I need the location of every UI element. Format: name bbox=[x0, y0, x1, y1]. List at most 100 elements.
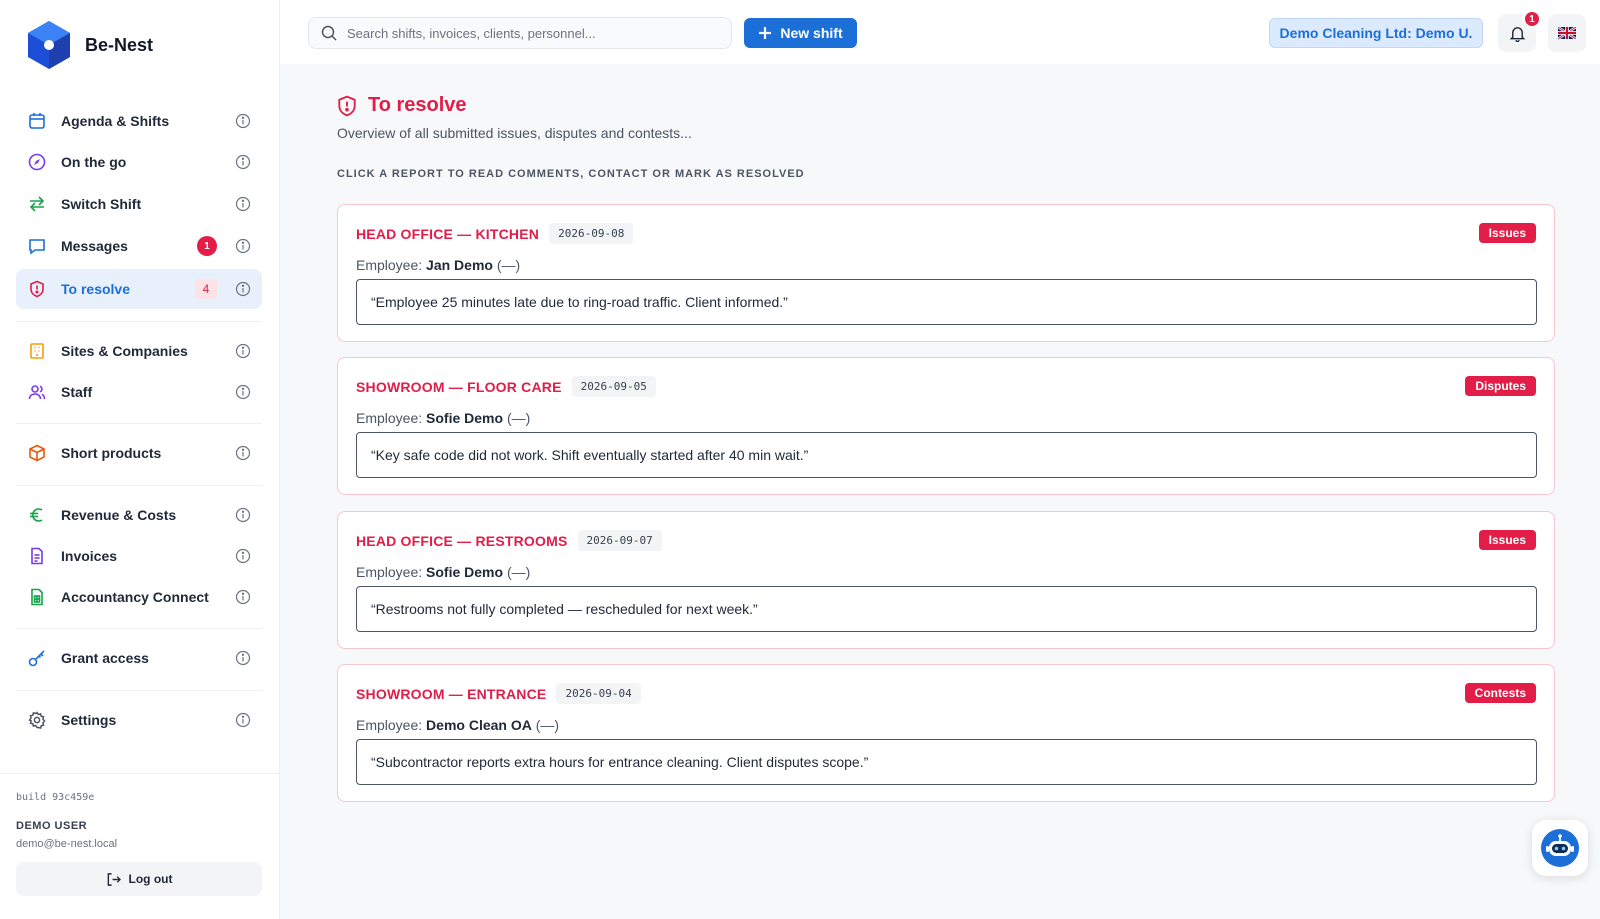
employee-label: Employee: bbox=[356, 564, 423, 580]
employee-name: Demo Clean OA bbox=[426, 717, 532, 733]
report-employee: Employee: Demo Clean OA (—) bbox=[356, 717, 559, 733]
sidebar-item-invoices[interactable]: Invoices bbox=[16, 536, 262, 576]
info-icon[interactable] bbox=[235, 384, 251, 400]
report-comment: “Restrooms not fully completed — resched… bbox=[356, 586, 1537, 632]
robot-icon bbox=[1541, 829, 1579, 867]
new-shift-button[interactable]: New shift bbox=[744, 18, 857, 48]
gear-icon bbox=[28, 711, 46, 729]
report-type-badge: Disputes bbox=[1465, 376, 1536, 396]
en-gb-flag-icon bbox=[1558, 27, 1576, 39]
bell-icon bbox=[1509, 26, 1525, 42]
sidebar-divider bbox=[16, 485, 262, 486]
logout-icon bbox=[107, 872, 121, 886]
sidebar-item-short-products[interactable]: Short products bbox=[16, 433, 262, 473]
report-header: SHOWROOM — ENTRANCE 2026-09-04 bbox=[356, 683, 641, 704]
sidebar-divider bbox=[16, 321, 262, 322]
report-card[interactable]: SHOWROOM — FLOOR CARE 2026-09-05 Dispute… bbox=[337, 357, 1555, 495]
report-comment: “Key safe code did not work. Shift event… bbox=[356, 432, 1537, 478]
sidebar-item-to-resolve[interactable]: To resolve 4 bbox=[16, 269, 262, 309]
info-icon[interactable] bbox=[235, 507, 251, 523]
sidebar-item-staff[interactable]: Staff bbox=[16, 372, 262, 412]
sidebar-divider bbox=[16, 423, 262, 424]
employee-suffix: (—) bbox=[506, 564, 531, 580]
main-content: To resolve Overview of all submitted iss… bbox=[337, 94, 1555, 802]
report-date: 2026-09-04 bbox=[556, 683, 641, 704]
to-resolve-count-badge: 4 bbox=[195, 279, 217, 299]
report-card[interactable]: HEAD OFFICE — RESTROOMS 2026-09-07 Issue… bbox=[337, 511, 1555, 649]
sidebar-item-label: Short products bbox=[61, 445, 162, 461]
box-icon bbox=[28, 444, 46, 462]
info-icon[interactable] bbox=[235, 281, 251, 297]
sidebar-item-revenue-costs[interactable]: Revenue & Costs bbox=[16, 495, 262, 535]
sidebar-item-on-the-go[interactable]: On the go bbox=[16, 142, 262, 182]
calendar-icon bbox=[28, 112, 46, 130]
sidebar-item-grant-access[interactable]: Grant access bbox=[16, 638, 262, 678]
report-type-badge: Issues bbox=[1478, 530, 1536, 550]
sidebar-item-label: Agenda & Shifts bbox=[61, 113, 170, 129]
info-icon[interactable] bbox=[235, 343, 251, 359]
sidebar-item-label: To resolve bbox=[61, 281, 130, 297]
report-header: HEAD OFFICE — RESTROOMS 2026-09-07 bbox=[356, 530, 662, 551]
report-card[interactable]: HEAD OFFICE — KITCHEN 2026-09-08 Issues … bbox=[337, 204, 1555, 342]
employee-name: Sofie Demo bbox=[426, 564, 504, 580]
brand[interactable]: Be-Nest bbox=[27, 20, 153, 70]
search-input[interactable] bbox=[347, 25, 707, 41]
sidebar-item-agenda-shifts[interactable]: Agenda & Shifts bbox=[16, 101, 262, 141]
users-icon bbox=[28, 383, 46, 401]
sidebar-item-label: Switch Shift bbox=[61, 196, 142, 212]
sidebar-item-label: Sites & Companies bbox=[61, 343, 188, 359]
employee-label: Employee: bbox=[356, 410, 423, 426]
page-hint: CLICK A REPORT TO READ COMMENTS, CONTACT… bbox=[337, 168, 805, 180]
sidebar-item-label: Accountancy Connect bbox=[61, 589, 209, 605]
plus-icon bbox=[759, 27, 772, 39]
messages-count-badge: 1 bbox=[197, 236, 217, 256]
sidebar-item-sites-companies[interactable]: Sites & Companies bbox=[16, 331, 262, 371]
company-selector[interactable]: Demo Cleaning Ltd: Demo U. bbox=[1269, 18, 1483, 48]
search-icon bbox=[321, 25, 337, 41]
logout-button[interactable]: Log out bbox=[16, 862, 262, 896]
report-title: HEAD OFFICE — KITCHEN bbox=[356, 225, 540, 242]
report-employee: Employee: Sofie Demo (—) bbox=[356, 410, 530, 426]
report-header: HEAD OFFICE — KITCHEN 2026-09-08 bbox=[356, 223, 634, 244]
employee-suffix: (—) bbox=[496, 257, 521, 273]
top-header: New shift Demo Cleaning Ltd: Demo U. 1 bbox=[280, 0, 1600, 64]
info-icon[interactable] bbox=[235, 196, 251, 212]
report-card[interactable]: SHOWROOM — ENTRANCE 2026-09-04 Contests … bbox=[337, 664, 1555, 802]
info-icon[interactable] bbox=[235, 445, 251, 461]
brand-name: Be-Nest bbox=[85, 34, 154, 55]
employee-name: Jan Demo bbox=[426, 257, 493, 273]
language-selector[interactable] bbox=[1548, 14, 1586, 52]
page-subtitle: Overview of all submitted issues, disput… bbox=[337, 125, 692, 141]
info-icon[interactable] bbox=[235, 650, 251, 666]
compass-icon bbox=[28, 153, 46, 171]
switch-arrows-icon bbox=[28, 195, 46, 213]
info-icon[interactable] bbox=[235, 113, 251, 129]
building-icon bbox=[28, 342, 46, 360]
page-header: To resolve bbox=[337, 94, 1555, 117]
logout-label: Log out bbox=[128, 872, 173, 886]
info-icon[interactable] bbox=[235, 154, 251, 170]
sidebar-divider bbox=[16, 690, 262, 691]
assistant-chat-button[interactable] bbox=[1532, 820, 1588, 876]
sidebar-item-settings[interactable]: Settings bbox=[16, 700, 262, 740]
report-employee: Employee: Jan Demo (—) bbox=[356, 257, 520, 273]
info-icon[interactable] bbox=[235, 238, 251, 254]
report-comment: “Employee 25 minutes late due to ring-ro… bbox=[356, 279, 1537, 325]
info-icon[interactable] bbox=[235, 712, 251, 728]
sidebar-item-label: Grant access bbox=[61, 650, 149, 666]
report-date: 2026-09-05 bbox=[571, 376, 656, 397]
euro-icon bbox=[28, 506, 46, 524]
info-icon[interactable] bbox=[235, 548, 251, 564]
info-icon[interactable] bbox=[235, 589, 251, 605]
report-title: HEAD OFFICE — RESTROOMS bbox=[356, 532, 568, 549]
sidebar-item-label: Revenue & Costs bbox=[61, 507, 177, 523]
search-bar[interactable] bbox=[308, 17, 732, 49]
user-name: DEMO USER bbox=[16, 820, 88, 832]
report-type-badge: Contests bbox=[1464, 683, 1536, 703]
sidebar-item-messages[interactable]: Messages 1 bbox=[16, 226, 262, 266]
new-shift-label: New shift bbox=[780, 25, 843, 41]
sidebar-item-switch-shift[interactable]: Switch Shift bbox=[16, 184, 262, 224]
notifications-button[interactable]: 1 bbox=[1498, 10, 1541, 52]
notifications-count-badge: 1 bbox=[1523, 10, 1541, 28]
sidebar-item-accountancy-connect[interactable]: Accountancy Connect bbox=[16, 577, 262, 617]
